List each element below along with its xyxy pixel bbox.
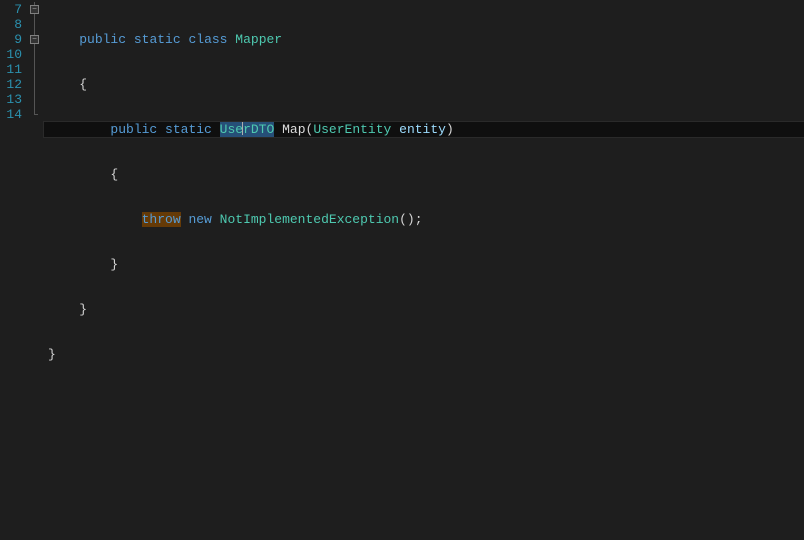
code-line[interactable]: } [44,257,804,272]
code-line-current[interactable]: public static UserDTO Map(UserEntity ent… [44,122,804,137]
line-number-gutter: 7 8 9 10 11 12 13 14 [0,0,28,540]
code-editor[interactable]: 7 8 9 10 11 12 13 14 − − public static c… [0,0,804,540]
line-number: 7 [0,2,22,17]
code-line[interactable]: { [44,167,804,182]
fold-toggle-icon[interactable]: − [30,5,39,14]
line-number: 11 [0,62,22,77]
selection: Use [220,122,243,137]
line-number: 10 [0,47,22,62]
fold-toggle-icon[interactable]: − [30,35,39,44]
line-number: 13 [0,92,22,107]
line-number: 8 [0,17,22,32]
code-line[interactable]: } [44,302,804,317]
line-number: 14 [0,107,22,122]
throw-highlight: throw [142,212,181,227]
line-number: 12 [0,77,22,92]
code-line[interactable]: public static class Mapper [44,32,804,47]
code-line[interactable]: throw new NotImplementedException(); [44,212,804,227]
selection: rDTO [243,122,274,137]
code-line[interactable]: } [44,347,804,362]
line-number: 9 [0,32,22,47]
fold-gutter: − − [28,0,44,540]
code-area[interactable]: public static class Mapper { public stat… [44,0,804,540]
code-line[interactable]: { [44,77,804,92]
